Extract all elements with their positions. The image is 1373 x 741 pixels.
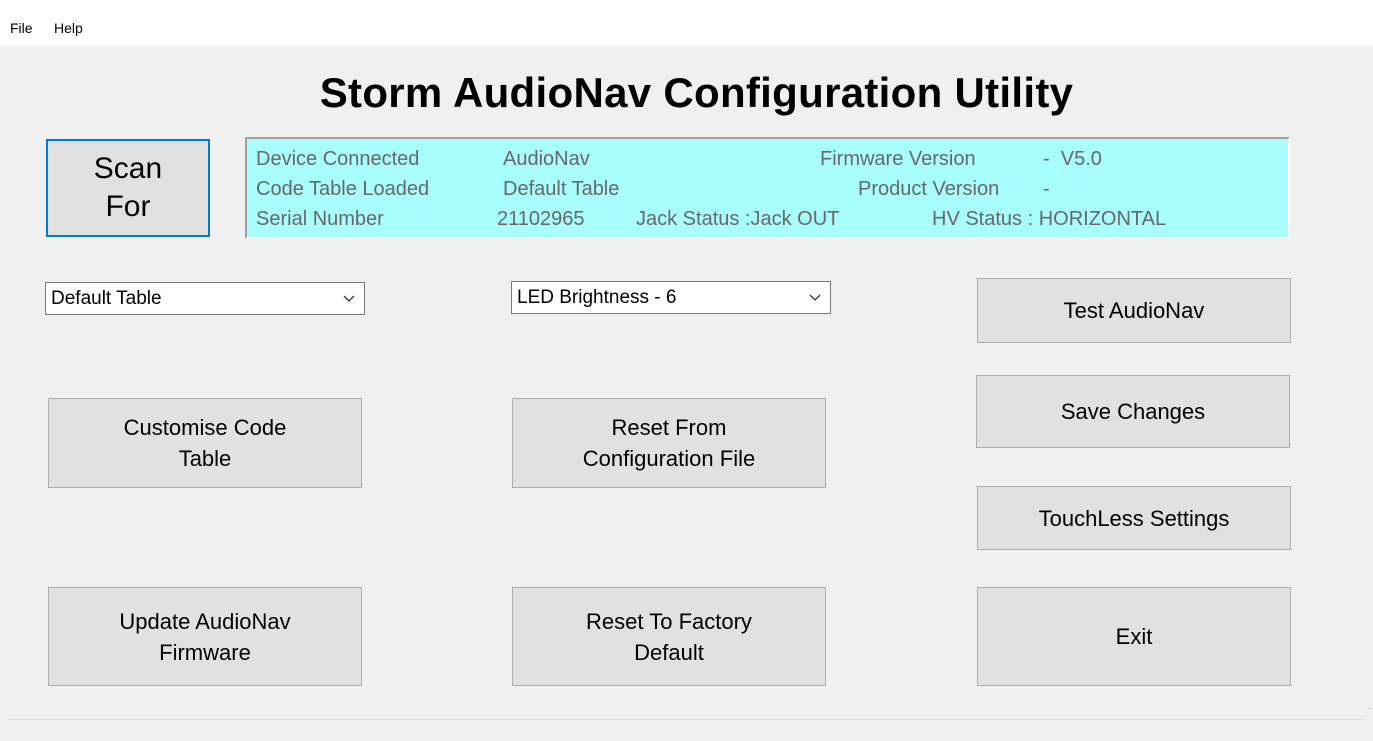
menu-bar: File Help bbox=[0, 0, 1373, 46]
product-version-label: Product Version bbox=[858, 178, 1000, 200]
code-table-loaded-label: Code Table Loaded bbox=[256, 178, 430, 200]
device-connected-label: Device Connected bbox=[256, 148, 420, 170]
led-brightness-select[interactable]: LED Brightness - 6 bbox=[511, 281, 831, 314]
touchless-settings-label: TouchLess Settings bbox=[1038, 505, 1230, 531]
save-changes-label: Save Changes bbox=[1060, 399, 1206, 424]
status-bar bbox=[8, 719, 1363, 741]
reset-factory-default-label-line2: Default bbox=[634, 639, 704, 665]
serial-number-value: 21102965 bbox=[497, 208, 585, 230]
reset-factory-default-button[interactable]: Reset To Factory Default bbox=[512, 587, 826, 686]
device-info-panel: Device Connected AudioNav Firmware Versi… bbox=[245, 137, 1290, 239]
update-firmware-label-line2: Firmware bbox=[159, 639, 251, 665]
menu-help[interactable]: Help bbox=[54, 20, 83, 36]
reset-from-config-file-label-line2: Configuration File bbox=[582, 446, 756, 471]
scan-button-label-line2: For bbox=[105, 190, 151, 223]
exit-label: Exit bbox=[1115, 624, 1153, 649]
code-table-select-value: Default Table bbox=[51, 288, 162, 309]
update-firmware-label-line1: Update AudioNav bbox=[119, 608, 291, 634]
code-table-select[interactable]: Default Table bbox=[45, 282, 365, 315]
code-table-loaded-value: Default Table bbox=[503, 178, 620, 200]
test-audionav-button[interactable]: Test AudioNav bbox=[977, 278, 1291, 343]
firmware-version-value: - V5.0 bbox=[1043, 148, 1102, 170]
chevron-down-icon[interactable] bbox=[334, 283, 364, 314]
led-brightness-select-value: LED Brightness - 6 bbox=[517, 287, 677, 308]
resize-grip-icon[interactable]: · bbox=[1368, 703, 1371, 714]
menu-file[interactable]: File bbox=[10, 20, 33, 36]
test-audionav-label: Test AudioNav bbox=[1063, 298, 1205, 323]
customise-code-table-label-line2: Table bbox=[178, 446, 232, 471]
update-firmware-button[interactable]: Update AudioNav Firmware bbox=[48, 587, 362, 686]
reset-factory-default-label-line1: Reset To Factory bbox=[586, 608, 752, 634]
firmware-version-label: Firmware Version bbox=[820, 148, 976, 170]
hv-status: HV Status : HORIZONTAL bbox=[932, 208, 1167, 230]
scan-for-button[interactable]: Scan For bbox=[46, 139, 210, 237]
exit-button[interactable]: Exit bbox=[977, 587, 1291, 686]
save-changes-button[interactable]: Save Changes bbox=[976, 375, 1290, 448]
serial-number-label: Serial Number bbox=[256, 208, 384, 230]
product-version-value: - bbox=[1043, 178, 1050, 200]
jack-status: Jack Status :Jack OUT bbox=[636, 208, 840, 230]
scan-button-label-line1: Scan bbox=[93, 152, 163, 185]
touchless-settings-button[interactable]: TouchLess Settings bbox=[977, 486, 1291, 550]
reset-from-config-file-label-line1: Reset From bbox=[611, 415, 727, 440]
reset-from-config-file-button[interactable]: Reset From Configuration File bbox=[512, 398, 826, 488]
device-connected-value: AudioNav bbox=[503, 148, 590, 170]
page-title: Storm AudioNav Configuration Utility bbox=[319, 69, 1074, 116]
chevron-down-icon[interactable] bbox=[800, 282, 830, 313]
customise-code-table-label-line1: Customise Code bbox=[123, 415, 287, 440]
customise-code-table-button[interactable]: Customise Code Table bbox=[48, 398, 362, 488]
